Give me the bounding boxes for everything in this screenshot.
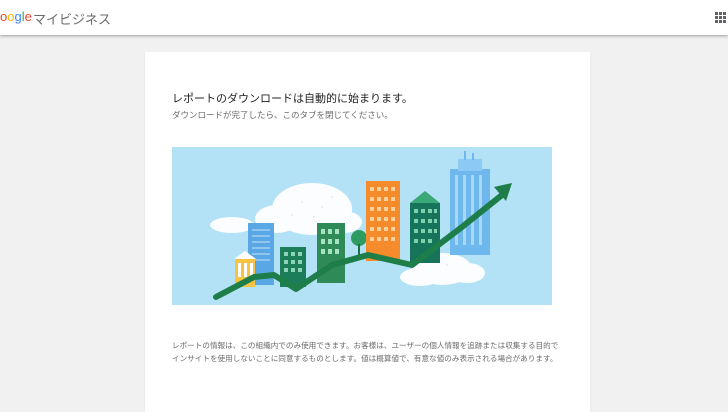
top-bar: oogle マイビジネス [0,0,728,35]
logo-letter: g [14,9,22,24]
download-card: レポートのダウンロードは自動的に始まります。 ダウンロードが完了したら、このタブ… [145,52,590,412]
privacy-notice: レポートの情報は、この組織内でのみ使用できます。お客様は、ユーザーの個人情報を追… [172,341,559,363]
growth-city-illustration [172,147,552,305]
google-logo[interactable]: oogle [0,9,32,24]
illustration-svg [210,151,512,300]
page-subtitle: ダウンロードが完了したら、このタブを閉じてください。 [172,111,393,121]
page-title: レポートのダウンロードは自動的に始まります。 [172,92,413,105]
apps-grid-icon[interactable] [715,12,726,23]
logo-letter: e [24,9,32,24]
product-name[interactable]: マイビジネス [33,9,111,28]
